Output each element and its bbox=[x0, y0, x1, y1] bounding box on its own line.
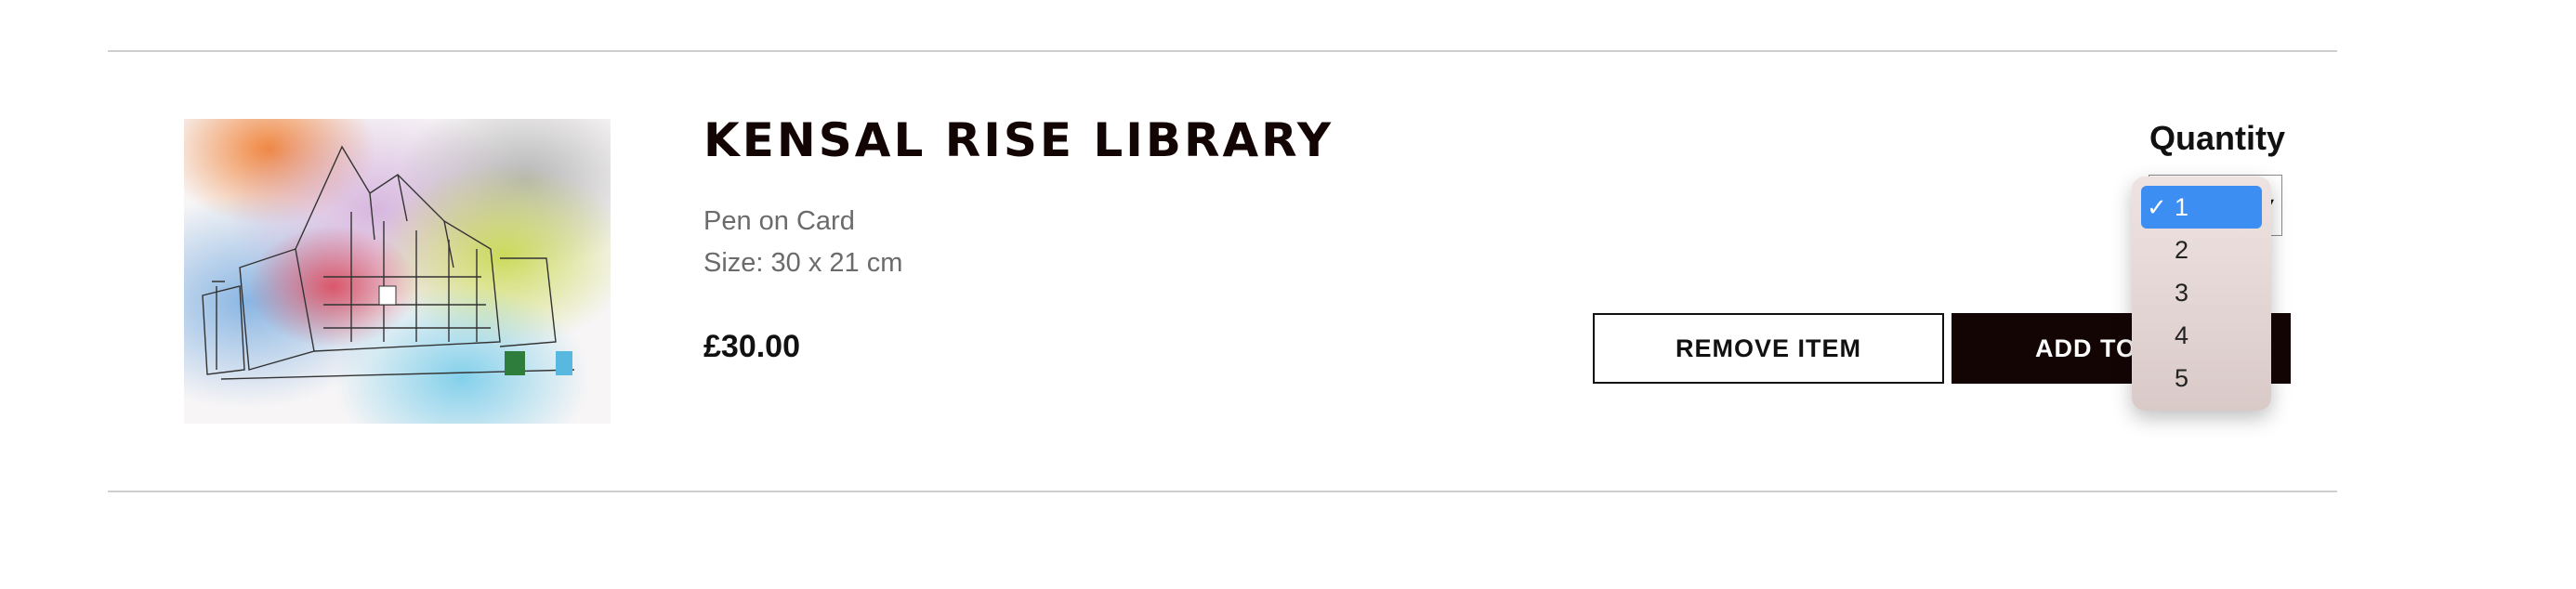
quantity-option[interactable]: 4 bbox=[2141, 314, 2262, 357]
quantity-option-label: 2 bbox=[2175, 235, 2189, 264]
product-image[interactable] bbox=[184, 119, 611, 424]
quantity-label: Quantity bbox=[2149, 119, 2286, 157]
bottom-divider bbox=[108, 491, 2337, 492]
remove-item-button[interactable]: REMOVE ITEM bbox=[1593, 313, 1944, 384]
quantity-option[interactable]: 3 bbox=[2141, 271, 2262, 314]
product-size: Size: 30 x 21 cm bbox=[703, 248, 903, 278]
quantity-option-label: 3 bbox=[2175, 278, 2189, 307]
quantity-option[interactable]: 2 bbox=[2141, 229, 2262, 271]
quantity-option-label: 5 bbox=[2175, 363, 2189, 392]
quantity-option-label: 1 bbox=[2175, 192, 2189, 221]
checkmark-icon: ✓ bbox=[2147, 192, 2167, 221]
quantity-dropdown[interactable]: ✓ 1 2 3 4 5 bbox=[2132, 177, 2271, 411]
quantity-option[interactable]: ✓ 1 bbox=[2141, 186, 2262, 229]
quantity-option-label: 4 bbox=[2175, 321, 2189, 349]
top-divider bbox=[108, 50, 2337, 52]
product-title[interactable]: KENSAL RISE LIBRARY bbox=[703, 113, 1334, 167]
product-medium: Pen on Card bbox=[703, 206, 855, 236]
quantity-option[interactable]: 5 bbox=[2141, 357, 2262, 399]
product-price: £30.00 bbox=[703, 329, 800, 364]
